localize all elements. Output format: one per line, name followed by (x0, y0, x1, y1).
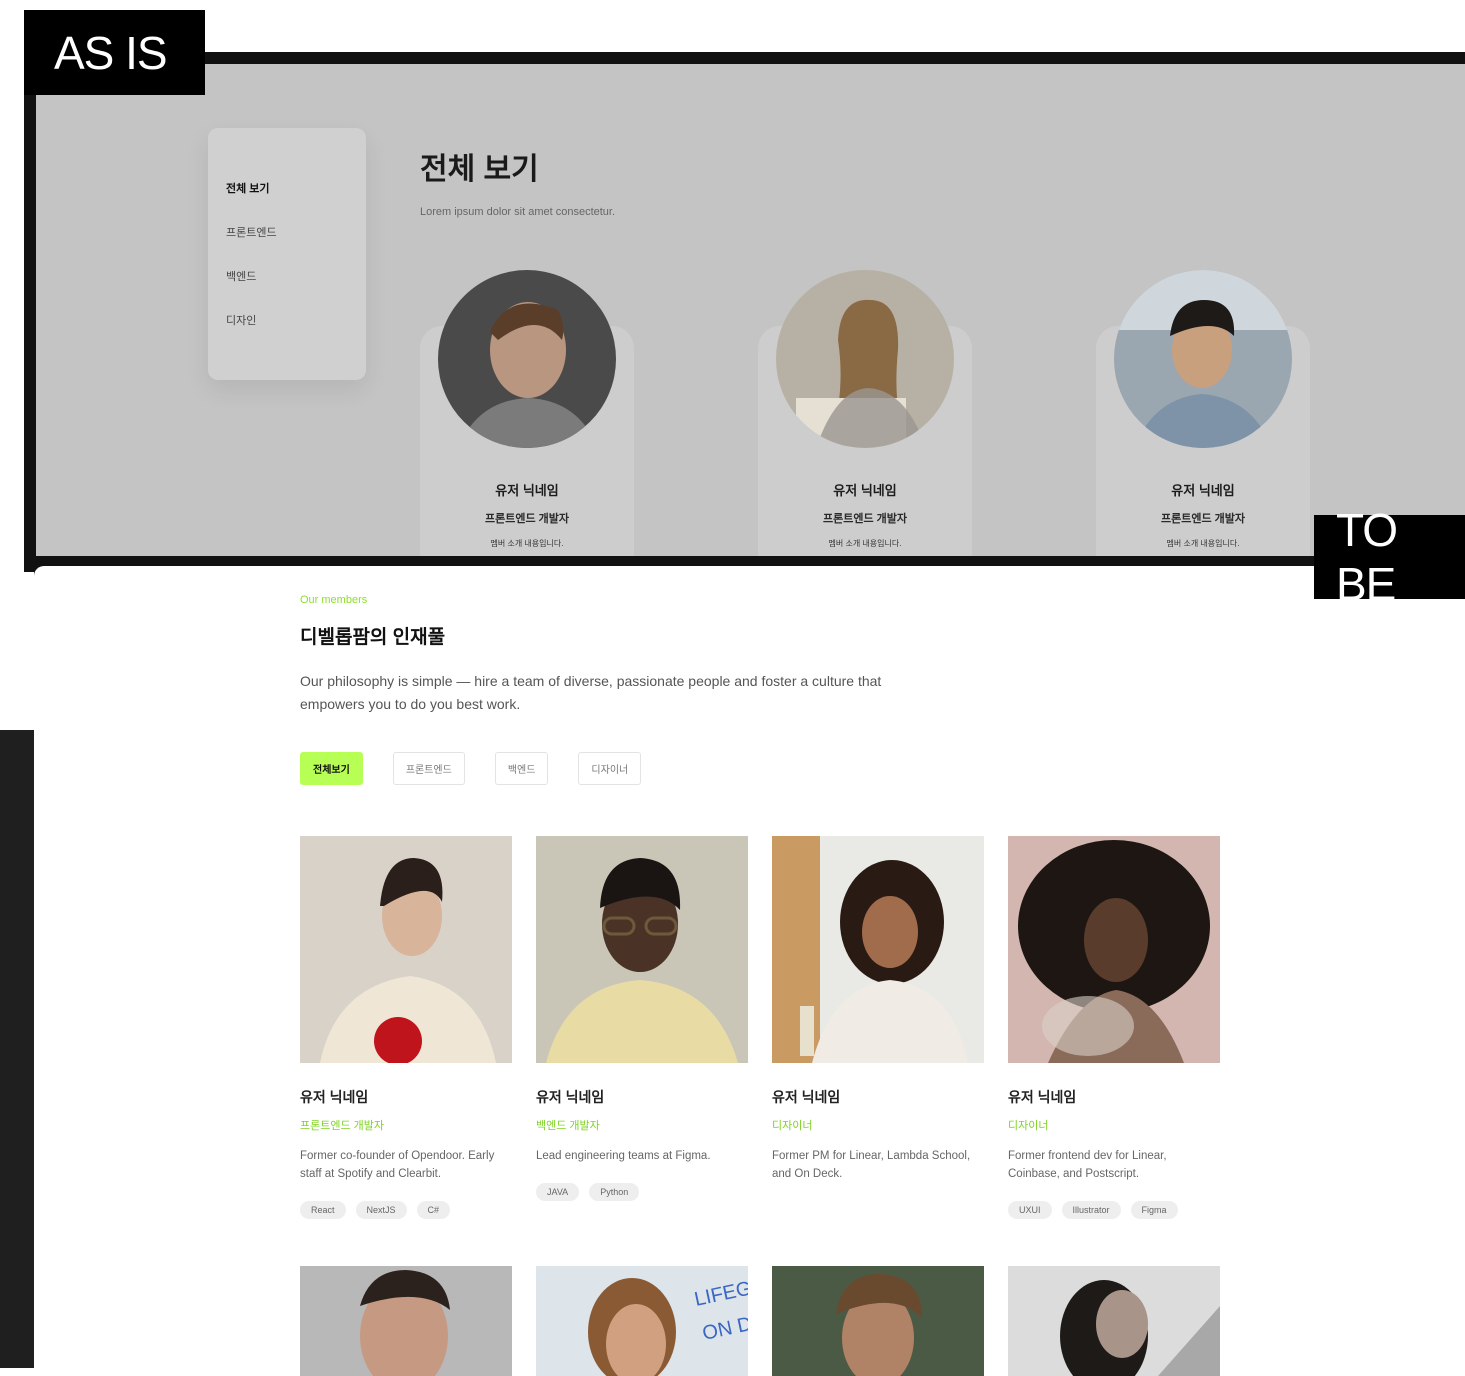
page-description: Our philosophy is simple — hire a team o… (300, 673, 882, 712)
member-photo[interactable]: LIFEG ON DU (536, 1266, 748, 1376)
member-photo (300, 836, 512, 1063)
as-is-member-role: 프론트엔드 개발자 (822, 513, 907, 525)
avatar (438, 270, 616, 448)
tag-chip: C# (416, 1201, 451, 1219)
member-name: 유저 닉네임 (1008, 1089, 1077, 1105)
member-description: Former PM for Linear, Lambda School, and… (772, 1150, 971, 1180)
to-be-label: TO BE (1314, 504, 1465, 610)
filter-all-button[interactable]: 전체보기 (300, 752, 363, 785)
member-tags: React NextJS C# (300, 1201, 512, 1219)
member-description: Former co-founder of Opendoor. Early sta… (300, 1150, 495, 1180)
as-is-member-name: 유저 닉네임 (495, 483, 559, 498)
member-name: 유저 닉네임 (536, 1089, 605, 1105)
as-is-member-desc: 멤버 소개 내용입니다. (1166, 539, 1240, 548)
member-photo[interactable] (300, 1266, 512, 1376)
member-card[interactable]: 유저 닉네임 디자이너 Former frontend dev for Line… (1008, 836, 1220, 1219)
tag-chip: Figma (1130, 1201, 1178, 1219)
as-is-member-role: 프론트엔드 개발자 (484, 513, 569, 525)
tag-chip: React (300, 1201, 346, 1219)
page-title: 디벨롭팜의 인재풀 (300, 627, 446, 648)
tag-chip: UXUI (1008, 1201, 1052, 1219)
tag-chip: Python (589, 1183, 640, 1201)
tag-chip: JAVA (536, 1183, 580, 1201)
as-is-member-name: 유저 닉네임 (1171, 483, 1235, 498)
as-is-subtitle: Lorem ipsum dolor sit amet consectetur. (420, 206, 616, 218)
filter-frontend-button[interactable]: 프론트엔드 (392, 752, 465, 785)
tag-chip: NextJS (355, 1201, 407, 1219)
member-description: Lead engineering teams at Figma. (536, 1150, 711, 1162)
as-is-page-title: 전체 보기 (420, 153, 539, 186)
member-photo[interactable] (1008, 1266, 1220, 1376)
member-role: 디자이너 (1008, 1120, 1049, 1132)
filter-backend-button[interactable]: 백엔드 (494, 752, 549, 785)
as-is-sidebar-item-backend[interactable]: 백엔드 (226, 268, 366, 312)
member-tags: JAVA Python (536, 1183, 748, 1201)
as-is-member-desc: 멤버 소개 내용입니다. (828, 539, 902, 548)
member-name: 유저 닉네임 (772, 1089, 841, 1105)
section-eyebrow: Our members (300, 594, 368, 606)
member-card[interactable]: 유저 닉네임 프론트엔드 개발자 Former co-founder of Op… (300, 836, 512, 1219)
as-is-sidebar-item-design[interactable]: 디자인 (226, 312, 366, 356)
member-photo (772, 836, 984, 1063)
member-role: 프론트엔드 개발자 (300, 1120, 385, 1132)
member-role: 백엔드 개발자 (536, 1120, 600, 1132)
member-photo[interactable] (772, 1266, 984, 1376)
as-is-screen: 전체 보기 프론트엔드 백엔드 디자인 전체 보기 Lorem ipsum do… (36, 64, 1465, 556)
as-is-member-name: 유저 닉네임 (833, 483, 897, 498)
member-tags: UXUI Illustrator Figma (1008, 1201, 1220, 1219)
member-photo (536, 836, 748, 1063)
member-card[interactable]: 유저 닉네임 디자이너 Former PM for Linear, Lambda… (772, 836, 984, 1183)
member-card[interactable]: 유저 닉네임 백엔드 개발자 Lead engineering teams at… (536, 836, 748, 1201)
as-is-sidebar: 전체 보기 프론트엔드 백엔드 디자인 (208, 128, 366, 380)
member-name: 유저 닉네임 (300, 1089, 369, 1105)
avatar (1114, 270, 1292, 448)
filter-tabs: 전체보기 프론트엔드 백엔드 디자이너 (300, 752, 642, 785)
as-is-member-role: 프론트엔드 개발자 (1160, 513, 1245, 525)
filter-designer-button[interactable]: 디자이너 (578, 752, 642, 785)
avatar (776, 270, 954, 448)
tag-chip: Illustrator (1061, 1201, 1121, 1219)
as-is-label: AS IS (24, 10, 205, 95)
as-is-member-desc: 멤버 소개 내용입니다. (490, 539, 564, 548)
as-is-sidebar-item-all[interactable]: 전체 보기 (226, 180, 366, 224)
member-photo (1008, 836, 1220, 1063)
as-is-sidebar-item-frontend[interactable]: 프론트엔드 (226, 224, 366, 268)
member-role: 디자이너 (772, 1120, 813, 1132)
member-description: Former frontend dev for Linear, Coinbase… (1008, 1150, 1167, 1180)
